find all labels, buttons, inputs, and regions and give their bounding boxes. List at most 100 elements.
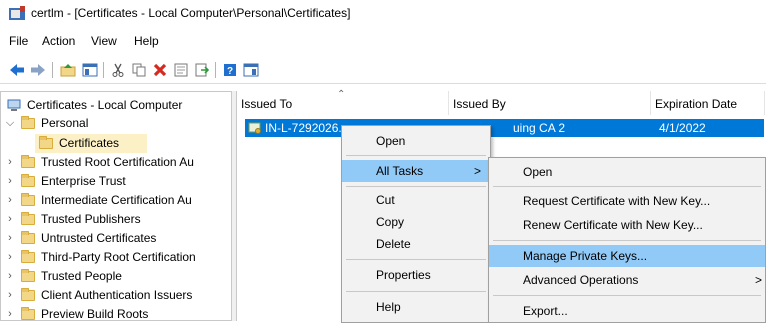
- svg-text:?: ?: [227, 66, 233, 77]
- context-menu: Open All Tasks > Cut Copy Delete Propert…: [341, 125, 491, 323]
- tree-item-enterprise-trust[interactable]: › Enterprise Trust: [1, 172, 231, 191]
- cell-expiration: 4/1/2022: [659, 121, 706, 135]
- submenu-item-advanced-operations[interactable]: Advanced Operations >: [489, 269, 765, 291]
- computer-icon: [7, 99, 21, 111]
- folder-icon: [21, 250, 35, 263]
- menu-separator: [493, 240, 761, 241]
- column-header-label: Issued To: [241, 97, 293, 111]
- export-icon[interactable]: [192, 60, 212, 80]
- chevron-right-icon[interactable]: ›: [5, 210, 15, 229]
- chevron-right-icon[interactable]: ›: [5, 172, 15, 191]
- action-pane-icon[interactable]: [241, 60, 261, 80]
- column-header-issued-to[interactable]: Issued To ⌃: [237, 89, 449, 115]
- menu-item-open[interactable]: Open: [342, 130, 490, 152]
- submenu-item-export[interactable]: Export...: [489, 300, 765, 322]
- submenu-arrow-icon: >: [474, 164, 482, 178]
- chevron-down-icon[interactable]: ⌵: [5, 114, 15, 133]
- folder-icon: [21, 288, 35, 301]
- table-row[interactable]: IN-L-7292026.as uing CA 2 4/1/2022: [245, 119, 764, 137]
- menu-item-cut[interactable]: Cut: [342, 189, 490, 211]
- tree-item-trusted-people[interactable]: › Trusted People: [1, 267, 231, 286]
- column-header-issued-by[interactable]: Issued By: [449, 91, 651, 115]
- column-header-expiration[interactable]: Expiration Date: [651, 91, 765, 115]
- properties-icon[interactable]: [171, 60, 191, 80]
- tree-item-label: Third-Party Root Certification: [41, 250, 196, 264]
- menu-separator: [493, 295, 761, 296]
- folder-icon: [21, 231, 35, 244]
- column-header-label: Expiration Date: [655, 97, 738, 111]
- help-icon[interactable]: ?: [220, 60, 240, 80]
- menu-item-label: All Tasks: [376, 164, 424, 178]
- forward-arrow-icon[interactable]: [28, 60, 48, 80]
- menu-item-properties[interactable]: Properties: [342, 264, 490, 286]
- submenu-item-request-new-key[interactable]: Request Certificate with New Key...: [489, 190, 765, 212]
- window-title: certlm - [Certificates - Local Computer\…: [31, 6, 351, 20]
- tree-item-intermediate[interactable]: › Intermediate Certification Au: [1, 191, 231, 210]
- show-hide-tree-icon[interactable]: [80, 60, 100, 80]
- chevron-right-icon[interactable]: ›: [5, 286, 15, 305]
- menu-item-label: Advanced Operations: [523, 273, 639, 287]
- back-arrow-icon[interactable]: [7, 60, 27, 80]
- chevron-right-icon[interactable]: ›: [5, 305, 15, 320]
- chevron-right-icon[interactable]: ›: [5, 248, 15, 267]
- tree-item-label: Personal: [41, 116, 89, 130]
- folder-icon: [21, 307, 35, 320]
- certificate-key-icon: [248, 122, 261, 134]
- folder-icon: [21, 116, 35, 129]
- folder-icon: [21, 212, 35, 225]
- folder-icon: [39, 136, 53, 149]
- tree-item-label: Trusted Publishers: [41, 212, 141, 226]
- submenu-arrow-icon: >: [755, 273, 763, 287]
- tree-item-label: Trusted People: [41, 269, 122, 283]
- menu-action[interactable]: Action: [42, 34, 75, 48]
- tree-item-untrusted[interactable]: › Untrusted Certificates: [1, 229, 231, 248]
- title-bar: certlm - [Certificates - Local Computer\…: [0, 0, 766, 28]
- tree-root-label: Certificates - Local Computer: [27, 98, 183, 112]
- tree-item-label: Client Authentication Issuers: [41, 288, 193, 302]
- folder-icon: [21, 269, 35, 282]
- menu-item-help[interactable]: Help: [342, 296, 490, 318]
- submenu-item-open[interactable]: Open: [489, 161, 765, 183]
- tree-item-third-party-root[interactable]: › Third-Party Root Certification: [1, 248, 231, 267]
- tree-root[interactable]: Certificates - Local Computer: [1, 96, 231, 115]
- submenu-item-manage-private-keys[interactable]: Manage Private Keys...: [489, 245, 765, 267]
- tree-item-trusted-publishers[interactable]: › Trusted Publishers: [1, 210, 231, 229]
- tree-item-label: Trusted Root Certification Au: [41, 155, 194, 169]
- tree-item-client-auth-issuers[interactable]: › Client Authentication Issuers: [1, 286, 231, 305]
- menu-item-delete[interactable]: Delete: [342, 233, 490, 255]
- tree-item-label: Enterprise Trust: [41, 174, 126, 188]
- tree-item-trusted-root[interactable]: › Trusted Root Certification Au: [1, 153, 231, 172]
- chevron-right-icon[interactable]: ›: [5, 267, 15, 286]
- menu-help[interactable]: Help: [134, 34, 159, 48]
- menu-separator: [346, 259, 486, 260]
- folder-icon: [21, 193, 35, 206]
- chevron-right-icon[interactable]: ›: [5, 229, 15, 248]
- submenu-item-renew-new-key[interactable]: Renew Certificate with New Key...: [489, 214, 765, 236]
- tree-item-label: Preview Build Roots: [41, 307, 149, 321]
- delete-icon[interactable]: [150, 60, 170, 80]
- column-header-label: Issued By: [453, 97, 506, 111]
- cut-icon[interactable]: [108, 60, 128, 80]
- menu-item-all-tasks[interactable]: All Tasks >: [342, 160, 490, 182]
- console-tree: Certificates - Local Computer ⌵ Personal…: [0, 91, 232, 321]
- tree-item-certificates[interactable]: Certificates: [35, 134, 147, 153]
- folder-icon: [21, 174, 35, 187]
- menu-separator: [346, 155, 486, 156]
- menu-bar: File Action View Help: [0, 32, 766, 52]
- chevron-right-icon[interactable]: ›: [5, 191, 15, 210]
- all-tasks-submenu: Open Request Certificate with New Key...…: [488, 157, 766, 323]
- menu-file[interactable]: File: [9, 34, 28, 48]
- tree-item-label: Intermediate Certification Au: [41, 193, 192, 207]
- tree-item-preview-build-roots[interactable]: › Preview Build Roots: [1, 305, 231, 321]
- menu-item-copy[interactable]: Copy: [342, 211, 490, 233]
- folder-icon: [21, 155, 35, 168]
- tree-item-personal[interactable]: ⌵ Personal: [1, 114, 231, 133]
- menu-view[interactable]: View: [91, 34, 117, 48]
- copy-icon[interactable]: [129, 60, 149, 80]
- toolbar: ?: [0, 57, 766, 84]
- cell-issued-by: uing CA 2: [513, 121, 566, 135]
- chevron-right-icon[interactable]: ›: [5, 153, 15, 172]
- sort-up-icon: ⌃: [337, 89, 346, 100]
- menu-separator: [346, 186, 486, 187]
- up-folder-icon[interactable]: [58, 60, 78, 80]
